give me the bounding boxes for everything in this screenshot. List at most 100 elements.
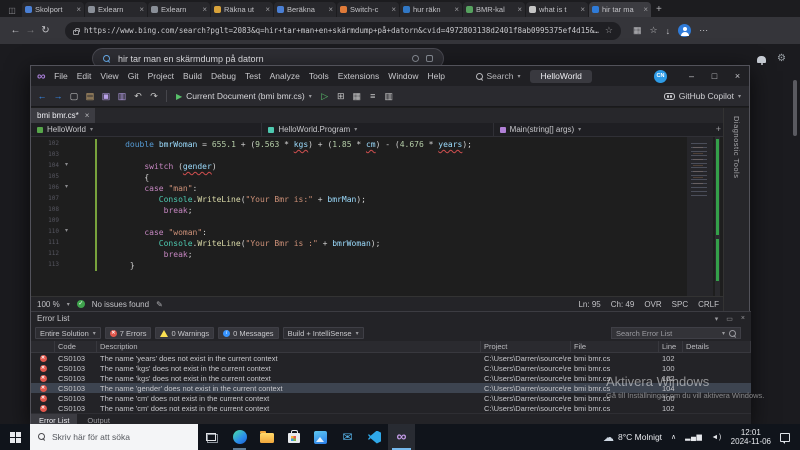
- columns-icon[interactable]: ▥: [382, 91, 396, 102]
- list-icon[interactable]: ≡: [366, 91, 380, 102]
- column-header-project[interactable]: Project: [481, 341, 571, 352]
- tab-close-icon[interactable]: ×: [76, 5, 81, 14]
- diagnostic-tools-tab[interactable]: Diagnostic Tools: [732, 116, 741, 178]
- tab-close-icon[interactable]: ×: [454, 5, 459, 14]
- tab-close-icon[interactable]: ×: [202, 5, 207, 14]
- column-header-description[interactable]: Description: [97, 341, 481, 352]
- redo-icon[interactable]: ↷: [147, 91, 161, 102]
- new-file-icon[interactable]: ▢: [67, 91, 81, 102]
- menu-debug[interactable]: Debug: [206, 66, 240, 86]
- browser-tab[interactable]: Beräkna×: [274, 2, 336, 17]
- menu-help[interactable]: Help: [423, 66, 449, 86]
- run-icon[interactable]: [176, 92, 182, 101]
- task-view-button[interactable]: [198, 424, 224, 450]
- error-row[interactable]: ✕CS0103The name 'gender' does not exist …: [31, 383, 751, 393]
- tab-close-icon[interactable]: ×: [265, 5, 270, 14]
- downloads-icon[interactable]: [666, 26, 671, 36]
- panel-menu-icon[interactable]: [715, 315, 719, 323]
- menu-build[interactable]: Build: [179, 66, 207, 86]
- error-row[interactable]: ✕CS0103The name 'kgs' does not exist in …: [31, 373, 751, 383]
- minimize-icon[interactable]: [680, 66, 703, 86]
- tab-list-icon[interactable]: [4, 6, 20, 15]
- overwrite-indicator[interactable]: OVR: [644, 300, 661, 309]
- tab-close-icon[interactable]: ×: [328, 5, 333, 14]
- error-row[interactable]: ✕CS0103The name 'cm' does not exist in t…: [31, 403, 751, 413]
- pin-icon[interactable]: [726, 315, 733, 323]
- zoom-level[interactable]: 100 %: [37, 300, 60, 309]
- whitespace-indicator[interactable]: SPC: [672, 300, 688, 309]
- vs-search-box[interactable]: Search: [476, 71, 521, 81]
- code-editor[interactable]: 102103104▾105106▾107108109110▾111112113 …: [31, 137, 725, 296]
- window-split-icon[interactable]: ▦: [350, 91, 364, 102]
- edit-mode-icon[interactable]: [156, 300, 163, 309]
- run-target-dropdown[interactable]: Current Document (bmi bmr.cs): [172, 91, 316, 101]
- notification-bell-icon[interactable]: [757, 56, 766, 63]
- column-indicator[interactable]: Ch: 49: [611, 300, 635, 309]
- column-header-file[interactable]: File: [571, 341, 659, 352]
- browser-menu-icon[interactable]: [699, 25, 708, 36]
- tab-close-icon[interactable]: ×: [643, 5, 648, 14]
- warnings-filter-button[interactable]: 0 Warnings: [155, 327, 214, 339]
- volume-icon[interactable]: [711, 434, 721, 441]
- taskbar-clock[interactable]: 12:01 2024-11-06: [731, 428, 771, 446]
- page-settings-icon[interactable]: [777, 53, 786, 64]
- editor-scrollbar[interactable]: [715, 137, 720, 296]
- open-file-icon[interactable]: ▤: [83, 91, 97, 102]
- column-header-code[interactable]: Code: [55, 341, 97, 352]
- menu-project[interactable]: Project: [143, 66, 178, 86]
- fold-arrow-icon[interactable]: ▾: [65, 161, 68, 168]
- account-avatar[interactable]: CN: [654, 70, 667, 83]
- vscode-taskbar-button[interactable]: [361, 424, 388, 450]
- build-icon[interactable]: ⊞: [334, 91, 348, 102]
- browser-tab[interactable]: BMR-kal×: [463, 2, 525, 17]
- favorites-icon[interactable]: [650, 25, 658, 36]
- menu-edit[interactable]: Edit: [72, 66, 96, 86]
- line-ending-indicator[interactable]: CRLF: [698, 300, 719, 309]
- error-row[interactable]: ✕CS0103The name 'kgs' does not exist in …: [31, 363, 751, 373]
- fold-arrow-icon[interactable]: ▾: [65, 183, 68, 190]
- edge-taskbar-button[interactable]: [226, 424, 253, 450]
- add-icon[interactable]: [716, 124, 721, 134]
- browser-tab[interactable]: Skolport×: [22, 2, 84, 17]
- browser-tab[interactable]: hir tar ma×: [589, 2, 651, 17]
- browser-profile-avatar[interactable]: [678, 24, 691, 37]
- menu-tools[interactable]: Tools: [304, 66, 333, 86]
- network-icon[interactable]: [685, 433, 702, 441]
- minimap[interactable]: [687, 137, 713, 296]
- favorite-star-icon[interactable]: [605, 25, 613, 36]
- errors-filter-button[interactable]: 7 Errors: [105, 327, 152, 339]
- menu-extensions[interactable]: Extensions: [333, 66, 384, 86]
- source-filter-dropdown[interactable]: Build + IntelliSense: [283, 327, 364, 339]
- tab-close-icon[interactable]: ×: [580, 5, 585, 14]
- browser-tab[interactable]: Räkna ut×: [211, 2, 273, 17]
- issues-status[interactable]: No issues found: [92, 300, 149, 309]
- forward-icon[interactable]: [23, 25, 38, 36]
- document-tab[interactable]: bmi bmr.cs*: [31, 108, 95, 123]
- undo-icon[interactable]: ↶: [131, 91, 145, 102]
- start-button[interactable]: [0, 424, 30, 450]
- file-explorer-taskbar-button[interactable]: [253, 424, 280, 450]
- breadcrumb-item[interactable]: HelloWorld.Program▾: [262, 123, 493, 136]
- nav-back-icon[interactable]: ←: [35, 91, 49, 102]
- error-list-search-input[interactable]: Search Error List: [611, 327, 741, 339]
- visual-studio-taskbar-button[interactable]: [388, 424, 415, 450]
- run-no-debug-icon[interactable]: ▷: [318, 91, 332, 102]
- browser-tab[interactable]: Switch-c×: [337, 2, 399, 17]
- tab-close-icon[interactable]: ×: [139, 5, 144, 14]
- fold-arrow-icon[interactable]: ▾: [65, 227, 68, 234]
- github-copilot-button[interactable]: GitHub Copilot: [664, 91, 741, 101]
- hidden-icons-chevron[interactable]: [671, 433, 676, 441]
- browser-tab[interactable]: Exlearn×: [85, 2, 147, 17]
- close-icon[interactable]: [726, 66, 749, 86]
- action-center-icon[interactable]: [780, 433, 790, 442]
- image-search-icon[interactable]: [426, 55, 433, 62]
- menu-test[interactable]: Test: [241, 66, 266, 86]
- column-header-line[interactable]: Line: [659, 341, 683, 352]
- error-row[interactable]: ✕CS0103The name 'years' does not exist i…: [31, 353, 751, 363]
- tab-close-icon[interactable]: ×: [391, 5, 396, 14]
- save-icon[interactable]: ▣: [99, 91, 113, 102]
- breadcrumb-item[interactable]: Main(string[] args)▾: [494, 123, 725, 136]
- tab-close-icon[interactable]: [85, 111, 90, 120]
- menu-git[interactable]: Git: [123, 66, 143, 86]
- column-header-details[interactable]: Details: [683, 341, 751, 352]
